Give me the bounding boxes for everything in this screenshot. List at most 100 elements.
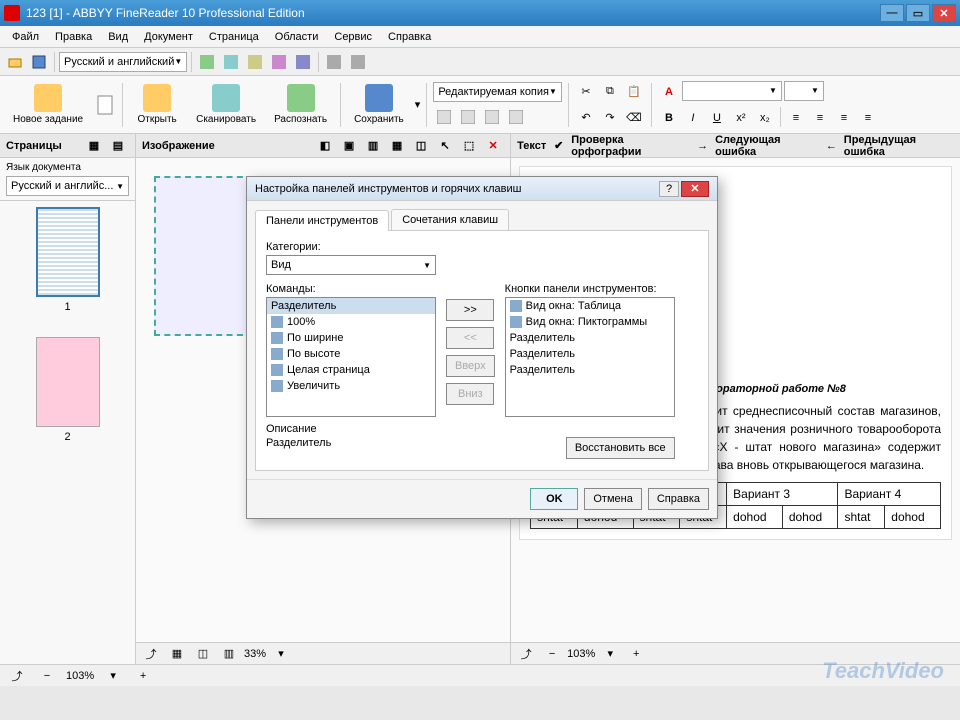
menu-service[interactable]: Сервис [326,28,380,46]
menu-help[interactable]: Справка [380,28,439,46]
layout-icon[interactable] [433,106,455,128]
tab-shortcuts[interactable]: Сочетания клавиш [391,209,509,230]
tool-icon[interactable] [323,51,345,73]
zoom-out-icon[interactable]: − [541,643,563,665]
tool-icon[interactable]: ▦ [386,135,408,157]
view-icon[interactable]: ▦ [83,135,105,157]
menu-file[interactable]: Файл [4,28,47,46]
view-icon[interactable]: ▤ [107,135,129,157]
language-combo[interactable]: Русский и английский ▼ [59,52,187,72]
list-item[interactable]: Вид окна: Пиктограммы [506,314,674,330]
save-button[interactable]: Сохранить [347,79,411,131]
open-file-icon[interactable] [4,51,26,73]
zoom-out-icon[interactable]: − [36,665,58,687]
next-err-label[interactable]: Следующая ошибка [715,134,819,158]
dialog-titlebar[interactable]: Настройка панелей инструментов и горячих… [247,177,717,201]
tool-icon[interactable]: ▥ [362,135,384,157]
nav-icon[interactable]: ⤴ [140,643,162,665]
list-item[interactable]: По высоте [267,346,435,362]
bold-icon[interactable]: B [658,107,680,129]
spell-icon[interactable]: ✔ [548,135,569,157]
scan-button[interactable]: Сканировать [189,79,263,131]
redo-icon[interactable]: ↷ [599,107,621,129]
font-combo[interactable]: ▼ [682,81,782,101]
layout-icon[interactable] [457,106,479,128]
undo-icon[interactable]: ↶ [575,107,597,129]
nav-icon[interactable]: ⤴ [6,665,28,687]
edit-copy-combo[interactable]: Редактируемая копия ▼ [433,82,562,102]
minimize-button[interactable]: — [880,4,904,22]
add-button[interactable]: >> [446,299,494,321]
menu-edit[interactable]: Правка [47,28,100,46]
tool-icon[interactable] [268,51,290,73]
menu-page[interactable]: Страница [201,28,267,46]
tool-icon[interactable]: ⬚ [458,135,480,157]
maximize-button[interactable]: ▭ [906,4,930,22]
view-icon[interactable]: ▦ [166,643,188,665]
close-pane-icon[interactable]: ✕ [482,135,504,157]
tool-icon[interactable]: ◧ [314,135,336,157]
zoom-in-icon[interactable]: + [625,643,647,665]
close-button[interactable]: ✕ [932,4,956,22]
categories-combo[interactable]: Вид ▼ [266,255,436,275]
tool-icon[interactable] [292,51,314,73]
align-left-icon[interactable]: ≡ [785,107,807,129]
save-icon[interactable] [28,51,50,73]
list-item[interactable]: Вид окна: Таблица [506,298,674,314]
italic-icon[interactable]: I [682,107,704,129]
menu-view[interactable]: Вид [100,28,136,46]
copy-icon[interactable]: ⧉ [599,81,621,103]
toolbar-buttons-listbox[interactable]: Вид окна: Таблица Вид окна: Пиктограммы … [505,297,675,417]
tool-icon[interactable] [347,51,369,73]
open-button[interactable]: Открыть [129,79,185,131]
underline-icon[interactable]: U [706,107,728,129]
prev-err-icon[interactable]: ← [821,135,842,157]
restore-all-button[interactable]: Восстановить все [566,437,675,459]
size-combo[interactable]: ▼ [784,81,824,101]
list-item[interactable]: Разделитель [506,362,674,378]
dropdown-arrow-icon[interactable]: ▾ [415,98,421,111]
list-item[interactable]: 100% [267,314,435,330]
new-task-button[interactable]: Новое задание [6,79,90,131]
prev-err-label[interactable]: Предыдущая ошибка [844,134,954,158]
cancel-button[interactable]: Отмена [584,488,641,510]
view-icon[interactable]: ▥ [218,643,240,665]
list-item[interactable]: Целая страница [267,362,435,378]
chevron-down-icon[interactable]: ▾ [599,643,621,665]
tab-toolbars[interactable]: Панели инструментов [255,210,389,231]
tool-icon[interactable]: ▣ [338,135,360,157]
move-down-button[interactable]: Вниз [446,383,494,405]
dialog-help-icon[interactable]: ? [659,181,679,197]
move-up-button[interactable]: Вверх [446,355,495,377]
thumbnail-page-1[interactable] [36,207,100,297]
tool-icon[interactable]: ↖ [434,135,456,157]
menu-areas[interactable]: Области [267,28,327,46]
menu-document[interactable]: Документ [136,28,201,46]
list-item[interactable]: Увеличить [267,378,435,394]
list-item[interactable]: По ширине [267,330,435,346]
layout-icon[interactable] [505,106,527,128]
spell-label[interactable]: Проверка орфографии [571,134,690,158]
nav-icon[interactable]: ⤴ [515,643,537,665]
recognize-button[interactable]: Распознать [267,79,334,131]
commands-listbox[interactable]: Разделитель 100% По ширине По высоте Цел… [266,297,436,417]
page-icon[interactable] [94,94,116,116]
align-right-icon[interactable]: ≡ [833,107,855,129]
cut-icon[interactable]: ✂ [575,81,597,103]
help-button[interactable]: Справка [648,488,709,510]
paste-icon[interactable]: 📋 [623,81,645,103]
super-icon[interactable]: x² [730,107,752,129]
tool-icon[interactable] [196,51,218,73]
font-color-icon[interactable]: A [658,81,680,103]
remove-button[interactable]: << [446,327,494,349]
chevron-down-icon[interactable]: ▾ [270,643,292,665]
tool-icon[interactable] [220,51,242,73]
list-item[interactable]: Разделитель [506,346,674,362]
thumbnail-page-2[interactable] [36,337,100,427]
view-icon[interactable]: ◫ [192,643,214,665]
chevron-down-icon[interactable]: ▾ [102,665,124,687]
doc-lang-combo[interactable]: Русский и английс... ▼ [6,176,129,196]
tool-icon[interactable]: ◫ [410,135,432,157]
align-center-icon[interactable]: ≡ [809,107,831,129]
tool-icon[interactable] [244,51,266,73]
